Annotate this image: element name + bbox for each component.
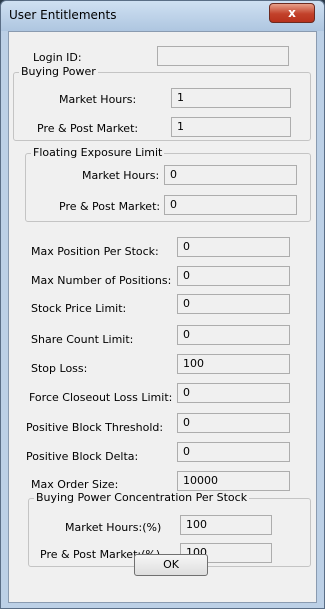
max-position-input[interactable]: 0	[177, 237, 290, 257]
stock-price-limit-input[interactable]: 0	[177, 294, 290, 314]
max-position-label: Max Position Per Stock:	[31, 245, 159, 258]
login-id-input[interactable]	[157, 46, 289, 66]
force-closeout-input[interactable]: 0	[177, 383, 290, 403]
conc-market-hours-input[interactable]: 100	[180, 515, 272, 535]
fe-pre-post-input[interactable]: 0	[164, 195, 297, 215]
fe-pre-post-label: Pre & Post Market:	[59, 200, 161, 213]
force-closeout-label: Force Closeout Loss Limit:	[29, 391, 173, 404]
max-positions-input[interactable]: 0	[177, 266, 290, 286]
share-count-limit-input[interactable]: 0	[177, 325, 290, 345]
fe-market-hours-label: Market Hours:	[82, 169, 160, 182]
bp-market-hours-label: Market Hours:	[59, 93, 137, 106]
fe-market-hours-input[interactable]: 0	[164, 165, 297, 185]
dialog-body: Login ID: Buying Power Market Hours: 1 P…	[8, 31, 317, 603]
stop-loss-input[interactable]: 100	[177, 354, 290, 374]
max-order-size-label: Max Order Size:	[31, 478, 119, 491]
max-positions-label: Max Number of Positions:	[31, 274, 172, 287]
conc-market-hours-label: Market Hours:(%)	[65, 521, 162, 534]
login-id-label: Login ID:	[33, 51, 82, 64]
user-entitlements-window: User Entitlements x Login ID: Buying Pow…	[0, 0, 325, 609]
title-bar[interactable]: User Entitlements x	[1, 1, 324, 31]
stop-loss-label: Stop Loss:	[31, 362, 88, 375]
pos-block-threshold-label: Positive Block Threshold:	[26, 421, 164, 434]
max-order-size-input[interactable]: 10000	[177, 471, 290, 491]
bp-pre-post-input[interactable]: 1	[171, 117, 291, 137]
concentration-caption: Buying Power Concentration Per Stock	[34, 491, 250, 505]
window-title: User Entitlements	[9, 8, 117, 22]
floating-exposure-caption: Floating Exposure Limit	[31, 146, 165, 160]
close-button[interactable]: x	[269, 3, 315, 23]
ok-button[interactable]: OK	[134, 554, 208, 576]
buying-power-caption: Buying Power	[19, 65, 98, 79]
bp-market-hours-input[interactable]: 1	[171, 88, 291, 108]
pos-block-delta-label: Positive Block Delta:	[26, 450, 139, 463]
pos-block-delta-input[interactable]: 0	[177, 442, 290, 462]
pos-block-threshold-input[interactable]: 0	[177, 413, 290, 433]
stock-price-limit-label: Stock Price Limit:	[31, 302, 127, 315]
bp-pre-post-label: Pre & Post Market:	[37, 122, 139, 135]
share-count-limit-label: Share Count Limit:	[31, 333, 134, 346]
